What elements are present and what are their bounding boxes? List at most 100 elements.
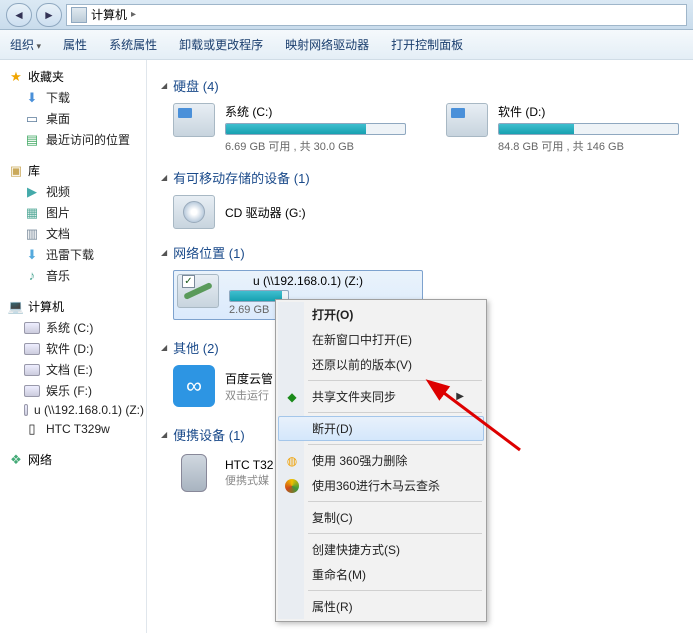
sidebar-item-documents[interactable]: ▥文档 <box>2 223 144 244</box>
ctx-rename[interactable]: 重命名(M) <box>278 562 484 587</box>
desktop-icon: ▭ <box>24 111 40 127</box>
ctx-separator <box>308 590 482 591</box>
network-drive-icon <box>24 404 28 416</box>
toolbar-system-properties[interactable]: 系统属性 <box>109 36 157 53</box>
network-icon: ❖ <box>8 452 24 468</box>
other-sub: 双击运行 <box>225 387 273 403</box>
sidebar-item-music[interactable]: ♪音乐 <box>2 265 144 286</box>
drive-item-d[interactable]: 软件 (D:) 84.8 GB 可用 , 共 146 GB <box>446 103 679 154</box>
sidebar-item-drive-e[interactable]: 文档 (E:) <box>2 359 144 380</box>
address-text: 计算机 <box>91 6 127 23</box>
ctx-separator <box>308 501 482 502</box>
ctx-360-scan[interactable]: 使用360进行木马云查杀 <box>278 473 484 498</box>
drive-icon <box>24 385 40 397</box>
toolbar-map-network[interactable]: 映射网络驱动器 <box>285 36 369 53</box>
usage-bar <box>498 123 679 135</box>
usage-bar <box>225 123 406 135</box>
ctx-restore-version[interactable]: 还原以前的版本(V) <box>278 352 484 377</box>
toolbar-organize[interactable]: 组织 <box>10 36 41 53</box>
360-scan-icon <box>284 478 300 494</box>
toolbar-properties[interactable]: 属性 <box>63 36 87 53</box>
picture-icon: ▦ <box>24 205 40 221</box>
section-removable[interactable]: 有可移动存储的设备 (1) <box>161 168 679 187</box>
ctx-360-delete[interactable]: ◍使用 360强力删除 <box>278 448 484 473</box>
nav-forward-button[interactable]: ► <box>36 3 62 27</box>
sidebar-item-htc[interactable]: ▯HTC T329w <box>2 419 144 439</box>
sidebar-item-drive-d[interactable]: 软件 (D:) <box>2 338 144 359</box>
sidebar-favorites-head[interactable]: ★收藏夹 <box>2 66 144 87</box>
toolbar: 组织 属性 系统属性 卸载或更改程序 映射网络驱动器 打开控制面板 <box>0 30 693 60</box>
ctx-share-sync[interactable]: ◆共享文件夹同步▶ <box>278 384 484 409</box>
portable-sub: 便携式媒 <box>225 472 273 488</box>
music-icon: ♪ <box>24 268 40 284</box>
nav-back-button[interactable]: ◄ <box>6 3 32 27</box>
download-icon: ⬇ <box>24 90 40 106</box>
drive-icon <box>24 343 40 355</box>
ctx-separator <box>308 444 482 445</box>
sidebar-computer-head[interactable]: 💻计算机 <box>2 296 144 317</box>
sidebar-item-pictures[interactable]: ▦图片 <box>2 202 144 223</box>
library-icon: ▣ <box>8 163 24 179</box>
context-menu: 打开(O) 在新窗口中打开(E) 还原以前的版本(V) ◆共享文件夹同步▶ 断开… <box>275 299 487 622</box>
hdd-icon <box>173 103 215 137</box>
ctx-open[interactable]: 打开(O) <box>278 302 484 327</box>
sidebar-network-head[interactable]: ❖网络 <box>2 449 144 470</box>
document-icon: ▥ <box>24 226 40 242</box>
checkbox-icon[interactable]: ✓ <box>182 275 195 288</box>
submenu-arrow-icon: ▶ <box>456 391 464 402</box>
sidebar-item-desktop[interactable]: ▭桌面 <box>2 108 144 129</box>
cd-label: CD 驱动器 (G:) <box>225 204 306 221</box>
recent-icon: ▤ <box>24 132 40 148</box>
cd-drive-item[interactable]: CD 驱动器 (G:) <box>173 195 679 229</box>
sidebar-item-downloads[interactable]: ⬇下载 <box>2 87 144 108</box>
thunder-icon: ⬇ <box>24 247 40 263</box>
address-bar[interactable]: 计算机 ▸ <box>66 4 687 26</box>
share-icon: ◆ <box>284 389 300 405</box>
sidebar-item-recent[interactable]: ▤最近访问的位置 <box>2 129 144 150</box>
360-delete-icon: ◍ <box>284 453 300 469</box>
breadcrumb-separator-icon[interactable]: ▸ <box>131 9 136 20</box>
ctx-copy[interactable]: 复制(C) <box>278 505 484 530</box>
section-netloc[interactable]: 网络位置 (1) <box>161 243 679 262</box>
phone-icon: ▯ <box>24 421 40 437</box>
drive-item-c[interactable]: 系统 (C:) 6.69 GB 可用 , 共 30.0 GB <box>173 103 406 154</box>
sidebar-item-drive-c[interactable]: 系统 (C:) <box>2 317 144 338</box>
ctx-disconnect[interactable]: 断开(D) <box>278 416 484 441</box>
ctx-open-new-window[interactable]: 在新窗口中打开(E) <box>278 327 484 352</box>
video-icon: ▶ <box>24 184 40 200</box>
sidebar-libraries-label: 库 <box>28 162 40 179</box>
drive-label: 系统 (C:) <box>225 103 406 120</box>
ctx-separator <box>308 412 482 413</box>
star-icon: ★ <box>8 69 24 85</box>
other-label: 百度云管 <box>225 370 273 387</box>
computer-icon <box>71 7 87 23</box>
sidebar-item-drive-z[interactable]: u (\\192.168.0.1) (Z:) <box>2 401 144 419</box>
sidebar-network-label: 网络 <box>28 451 52 468</box>
titlebar: ◄ ► 计算机 ▸ <box>0 0 693 30</box>
sidebar: ★收藏夹 ⬇下载 ▭桌面 ▤最近访问的位置 ▣库 ▶视频 ▦图片 ▥文档 ⬇迅雷… <box>0 60 147 633</box>
sidebar-item-thunder[interactable]: ⬇迅雷下载 <box>2 244 144 265</box>
phone-icon <box>173 452 215 494</box>
toolbar-control-panel[interactable]: 打开控制面板 <box>391 36 463 53</box>
sidebar-item-drive-f[interactable]: 娱乐 (F:) <box>2 380 144 401</box>
cd-drive-icon <box>173 195 215 229</box>
network-drive-label: u (\\192.168.0.1) (Z:) <box>229 274 419 288</box>
ctx-separator <box>308 533 482 534</box>
drive-icon <box>24 364 40 376</box>
portable-label: HTC T32 <box>225 458 273 472</box>
drive-icon <box>24 322 40 334</box>
sidebar-item-video[interactable]: ▶视频 <box>2 181 144 202</box>
baidu-cloud-icon: ∞ <box>173 365 215 407</box>
hdd-icon <box>446 103 488 137</box>
sidebar-favorites-label: 收藏夹 <box>28 68 64 85</box>
ctx-create-shortcut[interactable]: 创建快捷方式(S) <box>278 537 484 562</box>
toolbar-uninstall[interactable]: 卸载或更改程序 <box>179 36 263 53</box>
ctx-separator <box>308 380 482 381</box>
sidebar-computer-label: 计算机 <box>28 298 64 315</box>
drive-label: 软件 (D:) <box>498 103 679 120</box>
section-hdd[interactable]: 硬盘 (4) <box>161 76 679 95</box>
sidebar-libraries-head[interactable]: ▣库 <box>2 160 144 181</box>
drive-text: 6.69 GB 可用 , 共 30.0 GB <box>225 138 406 154</box>
computer-icon: 💻 <box>8 299 24 315</box>
ctx-properties[interactable]: 属性(R) <box>278 594 484 619</box>
